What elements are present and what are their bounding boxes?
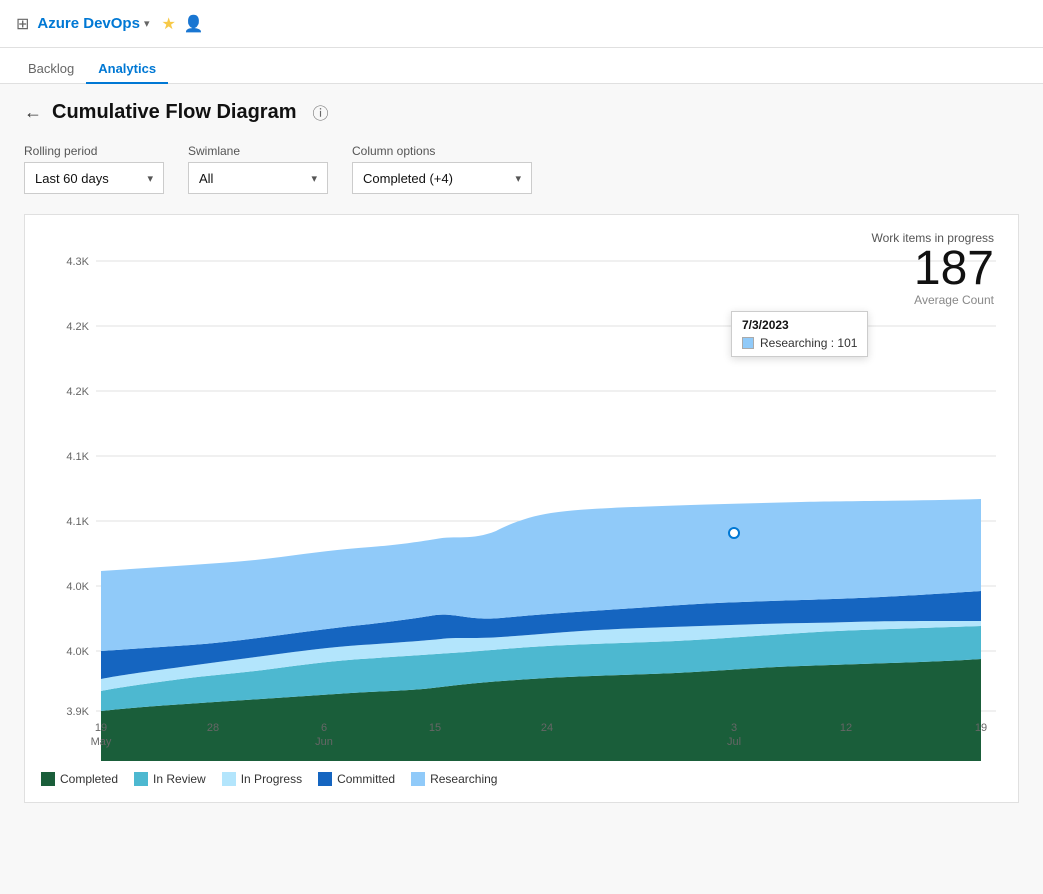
column-options-group: Column options Completed (+4) ▾ [352, 144, 532, 194]
favorite-icon[interactable]: ★ [161, 14, 175, 34]
legend-item-committed: Committed [318, 772, 395, 786]
legend-swatch-researching [411, 772, 425, 786]
rolling-period-label: Rolling period [24, 144, 164, 158]
rolling-period-chevron: ▾ [147, 172, 153, 185]
legend-item-researching: Researching [411, 772, 497, 786]
grid-icon: ⊞ [16, 14, 29, 34]
cumulative-flow-chart[interactable]: 4.3K 4.2K 4.2K 4.1K 4.1K 4.0K 4.0K 3.9K [41, 231, 1011, 761]
swimlane-chevron: ▾ [311, 172, 317, 185]
svg-text:12: 12 [840, 722, 852, 734]
legend-swatch-completed [41, 772, 55, 786]
legend-item-in-progress: In Progress [222, 772, 302, 786]
column-options-label: Column options [352, 144, 532, 158]
svg-text:19: 19 [95, 722, 107, 734]
legend-swatch-in-review [134, 772, 148, 786]
svg-text:May: May [91, 736, 112, 748]
column-options-select[interactable]: Completed (+4) ▾ [352, 162, 532, 194]
svg-text:4.1K: 4.1K [66, 516, 89, 528]
column-options-chevron: ▾ [515, 172, 521, 185]
page-content: ← Cumulative Flow Diagram ⓘ Rolling peri… [0, 84, 1043, 894]
back-button[interactable]: ← [24, 102, 42, 123]
rolling-period-group: Rolling period Last 60 days ▾ [24, 144, 164, 194]
legend-label-researching: Researching [430, 772, 497, 786]
nav-bar: Backlog Analytics [0, 48, 1043, 84]
app-title[interactable]: Azure DevOps [37, 15, 140, 32]
swimlane-select[interactable]: All ▾ [188, 162, 328, 194]
svg-text:4.1K: 4.1K [66, 451, 89, 463]
stats-sublabel: Average Count [872, 293, 994, 307]
svg-text:4.0K: 4.0K [66, 581, 89, 593]
swimlane-group: Swimlane All ▾ [188, 144, 328, 194]
title-row: ← Cumulative Flow Diagram ⓘ [24, 100, 1019, 124]
nav-item-backlog[interactable]: Backlog [16, 55, 86, 84]
page-title: Cumulative Flow Diagram [52, 101, 297, 124]
legend-label-in-review: In Review [153, 772, 206, 786]
filter-controls: Rolling period Last 60 days ▾ Swimlane A… [24, 144, 1019, 194]
chart-legend: Completed In Review In Progress Committe… [41, 764, 1002, 786]
svg-text:3.9K: 3.9K [66, 706, 89, 718]
legend-label-committed: Committed [337, 772, 395, 786]
column-options-value: Completed (+4) [363, 171, 453, 186]
help-icon[interactable]: ⓘ [313, 100, 329, 124]
svg-text:6: 6 [321, 722, 327, 734]
tooltip-dot [729, 528, 739, 538]
svg-text:4.3K: 4.3K [66, 256, 89, 268]
swimlane-value: All [199, 171, 213, 186]
header-chevron-icon[interactable]: ▾ [144, 17, 150, 30]
svg-text:4.2K: 4.2K [66, 386, 89, 398]
svg-text:19: 19 [975, 722, 987, 734]
svg-text:24: 24 [541, 722, 553, 734]
legend-swatch-committed [318, 772, 332, 786]
svg-text:3: 3 [731, 722, 737, 734]
chart-stats: Work items in progress 187 Average Count [872, 231, 994, 307]
legend-label-in-progress: In Progress [241, 772, 302, 786]
rolling-period-value: Last 60 days [35, 171, 109, 186]
svg-text:4.2K: 4.2K [66, 321, 89, 333]
swimlane-label: Swimlane [188, 144, 328, 158]
svg-text:4.0K: 4.0K [66, 646, 89, 658]
legend-swatch-in-progress [222, 772, 236, 786]
chart-container: Work items in progress 187 Average Count… [24, 214, 1019, 803]
rolling-period-select[interactable]: Last 60 days ▾ [24, 162, 164, 194]
app-header: ⊞ Azure DevOps ▾ ★ 👤 [0, 0, 1043, 48]
svg-text:15: 15 [429, 722, 441, 734]
person-icon[interactable]: 👤 [184, 14, 204, 34]
legend-item-completed: Completed [41, 772, 118, 786]
chart-svg-wrapper: 4.3K 4.2K 4.2K 4.1K 4.1K 4.0K 4.0K 3.9K [41, 231, 1002, 764]
nav-item-analytics[interactable]: Analytics [86, 55, 168, 84]
stats-number: 187 [872, 245, 994, 293]
svg-text:Jul: Jul [727, 736, 741, 748]
svg-text:Jun: Jun [315, 736, 333, 748]
legend-item-in-review: In Review [134, 772, 206, 786]
svg-text:28: 28 [207, 722, 219, 734]
legend-label-completed: Completed [60, 772, 118, 786]
